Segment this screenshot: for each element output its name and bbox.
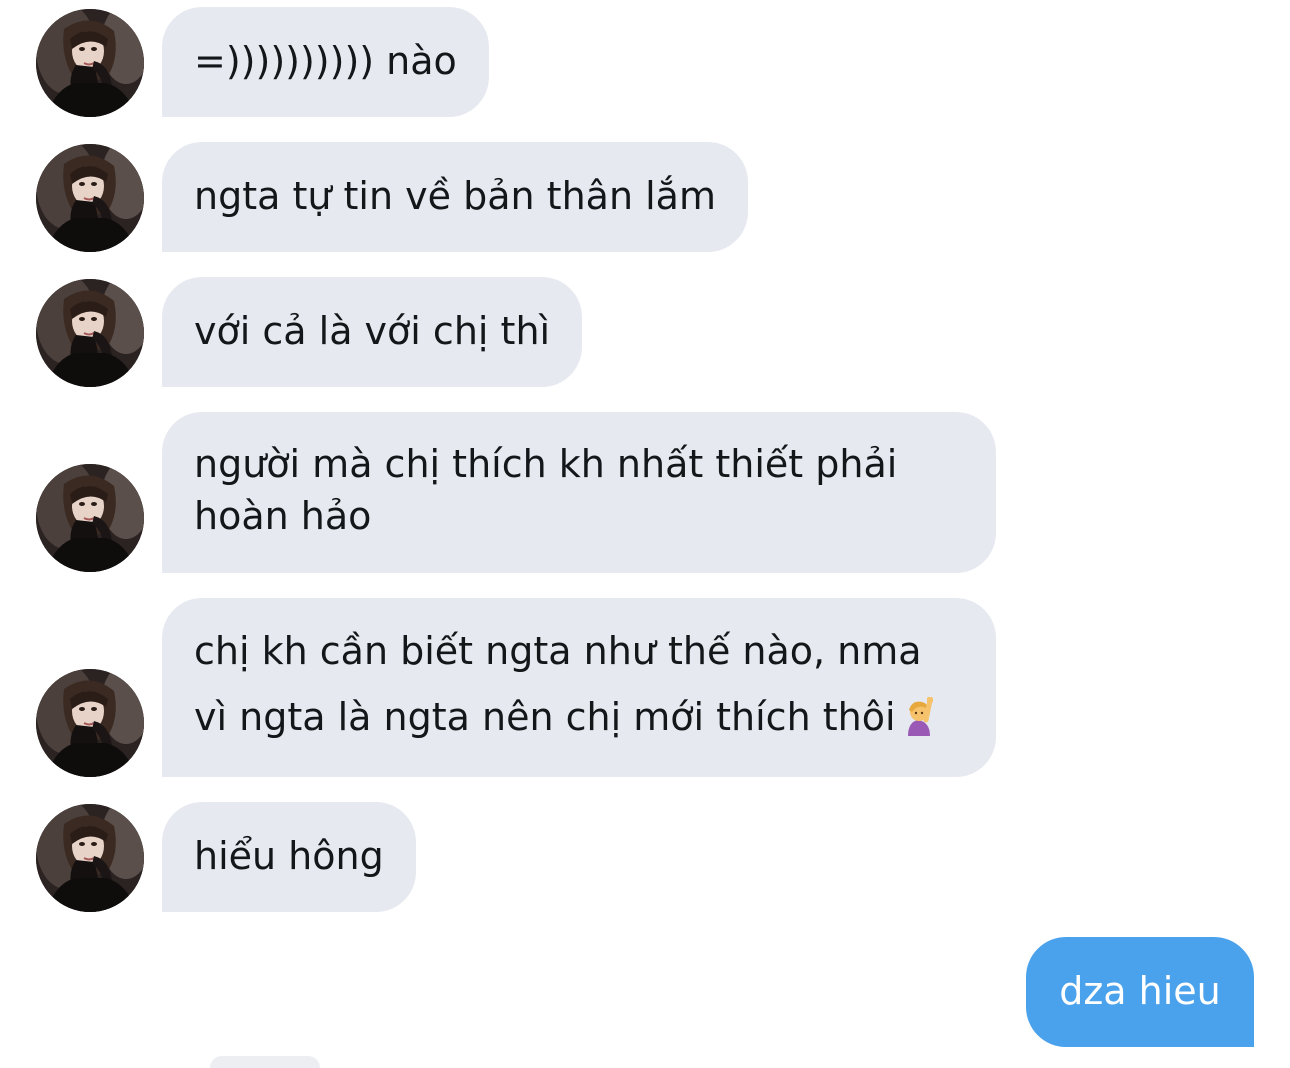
message-text-line: người mà chị thích kh nhất thiết phải — [194, 442, 898, 486]
message-bubble-outgoing[interactable]: dza hieu — [1026, 937, 1254, 1047]
next-message-bubble-edge — [210, 1056, 320, 1068]
message-text: hiểu hông — [194, 834, 384, 878]
message-bubble-incoming[interactable]: ngta tự tin về bản thân lắm — [162, 142, 748, 252]
message-text: vì ngta là ngta nên chị mới thích thôi — [194, 695, 896, 739]
contact-avatar[interactable] — [36, 464, 144, 572]
contact-avatar[interactable] — [36, 669, 144, 777]
person-raising-hand-emoji-icon — [898, 696, 938, 736]
message-bubble-incoming[interactable]: với cả là với chị thì — [162, 277, 583, 387]
message-text-line: chị kh cần biết ngta như thế nào, nma — [194, 629, 922, 673]
message-bubble-incoming[interactable]: =)))))))))) nào — [162, 7, 489, 117]
message-text: =)))))))))) nào — [194, 39, 457, 83]
contact-avatar[interactable] — [36, 279, 144, 387]
message-bubble-incoming[interactable]: hiểu hông — [162, 802, 416, 912]
message-text: với cả là với chị thì — [194, 309, 551, 353]
contact-avatar[interactable] — [36, 804, 144, 912]
contact-avatar[interactable] — [36, 144, 144, 252]
message-text: ngta tự tin về bản thân lắm — [194, 174, 716, 218]
message-text-line-with-emoji: vì ngta là ngta nên chị mới thích thôi — [194, 684, 964, 750]
message-bubble-incoming[interactable]: người mà chị thích kh nhất thiết phải ho… — [162, 412, 996, 573]
message-text: dza hieu — [1059, 969, 1221, 1013]
message-text-line: hoàn hảo — [194, 494, 372, 538]
message-bubble-incoming[interactable]: chị kh cần biết ngta như thế nào, nma vì… — [162, 598, 996, 777]
contact-avatar[interactable] — [36, 9, 144, 117]
